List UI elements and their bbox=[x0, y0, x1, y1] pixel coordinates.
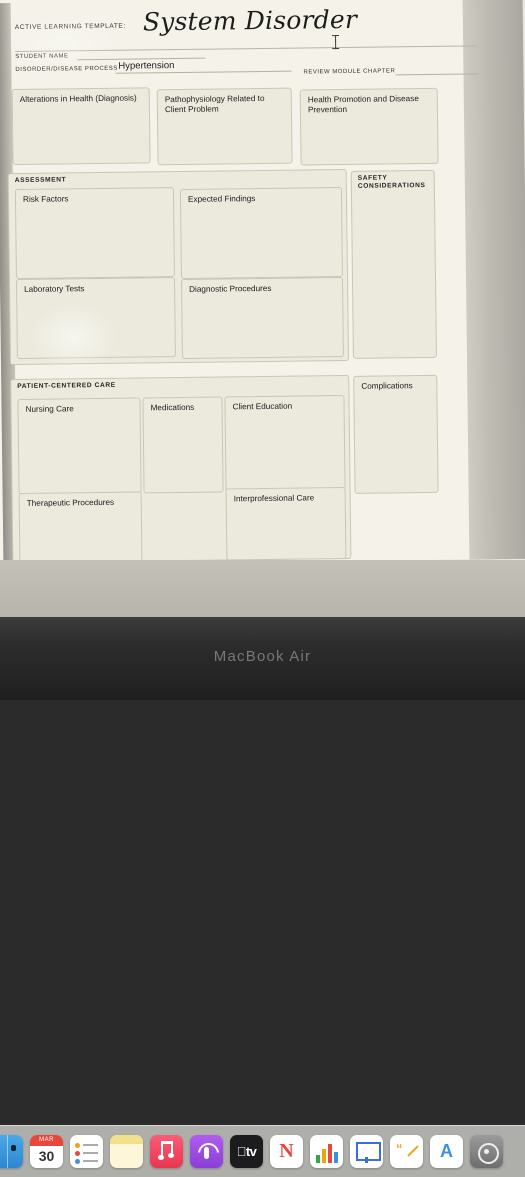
cell-title: Laboratory Tests bbox=[24, 284, 85, 294]
cell-therapeutic-procedures[interactable]: Therapeutic Procedures bbox=[18, 491, 143, 560]
cell-title: Interprofessional Care bbox=[233, 493, 315, 504]
section-safety-considerations: SAFETY CONSIDERATIONS bbox=[350, 169, 437, 359]
cell-title: Diagnostic Procedures bbox=[189, 283, 272, 294]
finder-icon[interactable] bbox=[0, 1135, 23, 1168]
cell-title: Expected Findings bbox=[187, 194, 256, 204]
music-icon[interactable] bbox=[150, 1135, 183, 1168]
numbers-icon[interactable] bbox=[310, 1135, 343, 1168]
document-header: ACTIVE LEARNING TEMPLATE: System Disorde… bbox=[14, 4, 478, 53]
cell-interprofessional-care[interactable]: Interprofessional Care bbox=[225, 487, 347, 560]
cell-medications[interactable]: Medications bbox=[142, 396, 224, 494]
text-cursor-icon bbox=[332, 35, 339, 50]
reminders-icon[interactable] bbox=[70, 1135, 103, 1168]
cell-risk-factors[interactable]: Risk Factors bbox=[14, 187, 175, 280]
calendar-day: 30 bbox=[30, 1146, 63, 1168]
student-name-label: STUDENT NAME bbox=[15, 53, 69, 61]
cell-title: Client Education bbox=[232, 401, 293, 412]
device-brand-label: MacBook Air bbox=[213, 648, 312, 665]
page-title: System Disorder bbox=[142, 4, 358, 37]
box-health-promotion[interactable]: Health Promotion and Disease Prevention bbox=[299, 87, 439, 166]
cell-nursing-care[interactable]: Nursing Care bbox=[17, 397, 142, 495]
calendar-icon[interactable]: MAR 30 bbox=[30, 1135, 63, 1168]
cell-title: Nursing Care bbox=[25, 404, 74, 414]
cell-client-education[interactable]: Client Education bbox=[224, 395, 346, 493]
dock[interactable]: MAR 30 tv N “ A bbox=[0, 1125, 525, 1177]
box-alterations-in-health[interactable]: Alterations in Health (Diagnosis) bbox=[11, 87, 151, 166]
template-label: ACTIVE LEARNING TEMPLATE: bbox=[14, 22, 126, 32]
settings-icon[interactable] bbox=[470, 1135, 503, 1168]
laptop-screen-photo: ACTIVE LEARNING TEMPLATE: System Disorde… bbox=[0, 0, 525, 1177]
dock-area: MAR 30 tv N “ A bbox=[0, 560, 525, 1177]
cell-title: Risk Factors bbox=[22, 194, 69, 204]
notes-icon[interactable] bbox=[110, 1135, 143, 1168]
cell-title: Medications bbox=[150, 402, 195, 413]
cell-expected-findings[interactable]: Expected Findings bbox=[179, 187, 343, 279]
box-pathophysiology[interactable]: Pathophysiology Related to Client Proble… bbox=[156, 87, 293, 166]
disorder-label: DISORDER/DISEASE PROCESS bbox=[15, 65, 118, 74]
keynote-icon[interactable] bbox=[350, 1135, 383, 1168]
form-fields: STUDENT NAME DISORDER/DISEASE PROCESS Hy… bbox=[15, 45, 479, 79]
desk-background bbox=[462, 0, 525, 560]
calendar-month: MAR bbox=[30, 1135, 63, 1146]
apple-tv-icon[interactable]: tv bbox=[230, 1135, 263, 1168]
section-title-assessment: ASSESSMENT bbox=[14, 176, 67, 185]
document-viewport: ACTIVE LEARNING TEMPLATE: System Disorde… bbox=[0, 0, 525, 560]
box-title: Pathophysiology Related to Client Proble… bbox=[164, 93, 265, 115]
cell-title: Complications bbox=[361, 381, 413, 391]
box-title: Health Promotion and Disease Prevention bbox=[307, 94, 419, 115]
disorder-value[interactable]: Hypertension bbox=[118, 60, 174, 72]
section-title-patient-care: PATIENT-CENTERED CARE bbox=[17, 381, 116, 391]
cell-complications[interactable]: Complications bbox=[353, 374, 439, 494]
box-title: Alterations in Health (Diagnosis) bbox=[19, 93, 137, 104]
cell-title: Therapeutic Procedures bbox=[26, 497, 115, 508]
pages-icon[interactable]: “ bbox=[390, 1135, 423, 1168]
app-store-icon[interactable]: A bbox=[430, 1135, 463, 1168]
cell-laboratory-tests[interactable]: Laboratory Tests bbox=[15, 277, 176, 360]
podcasts-icon[interactable] bbox=[190, 1135, 223, 1168]
section-title-safety: SAFETY CONSIDERATIONS bbox=[357, 174, 426, 190]
cell-diagnostic-procedures[interactable]: Diagnostic Procedures bbox=[180, 277, 344, 359]
news-icon[interactable]: N bbox=[270, 1135, 303, 1168]
review-module-label: REVIEW MODULE CHAPTER bbox=[303, 68, 396, 76]
